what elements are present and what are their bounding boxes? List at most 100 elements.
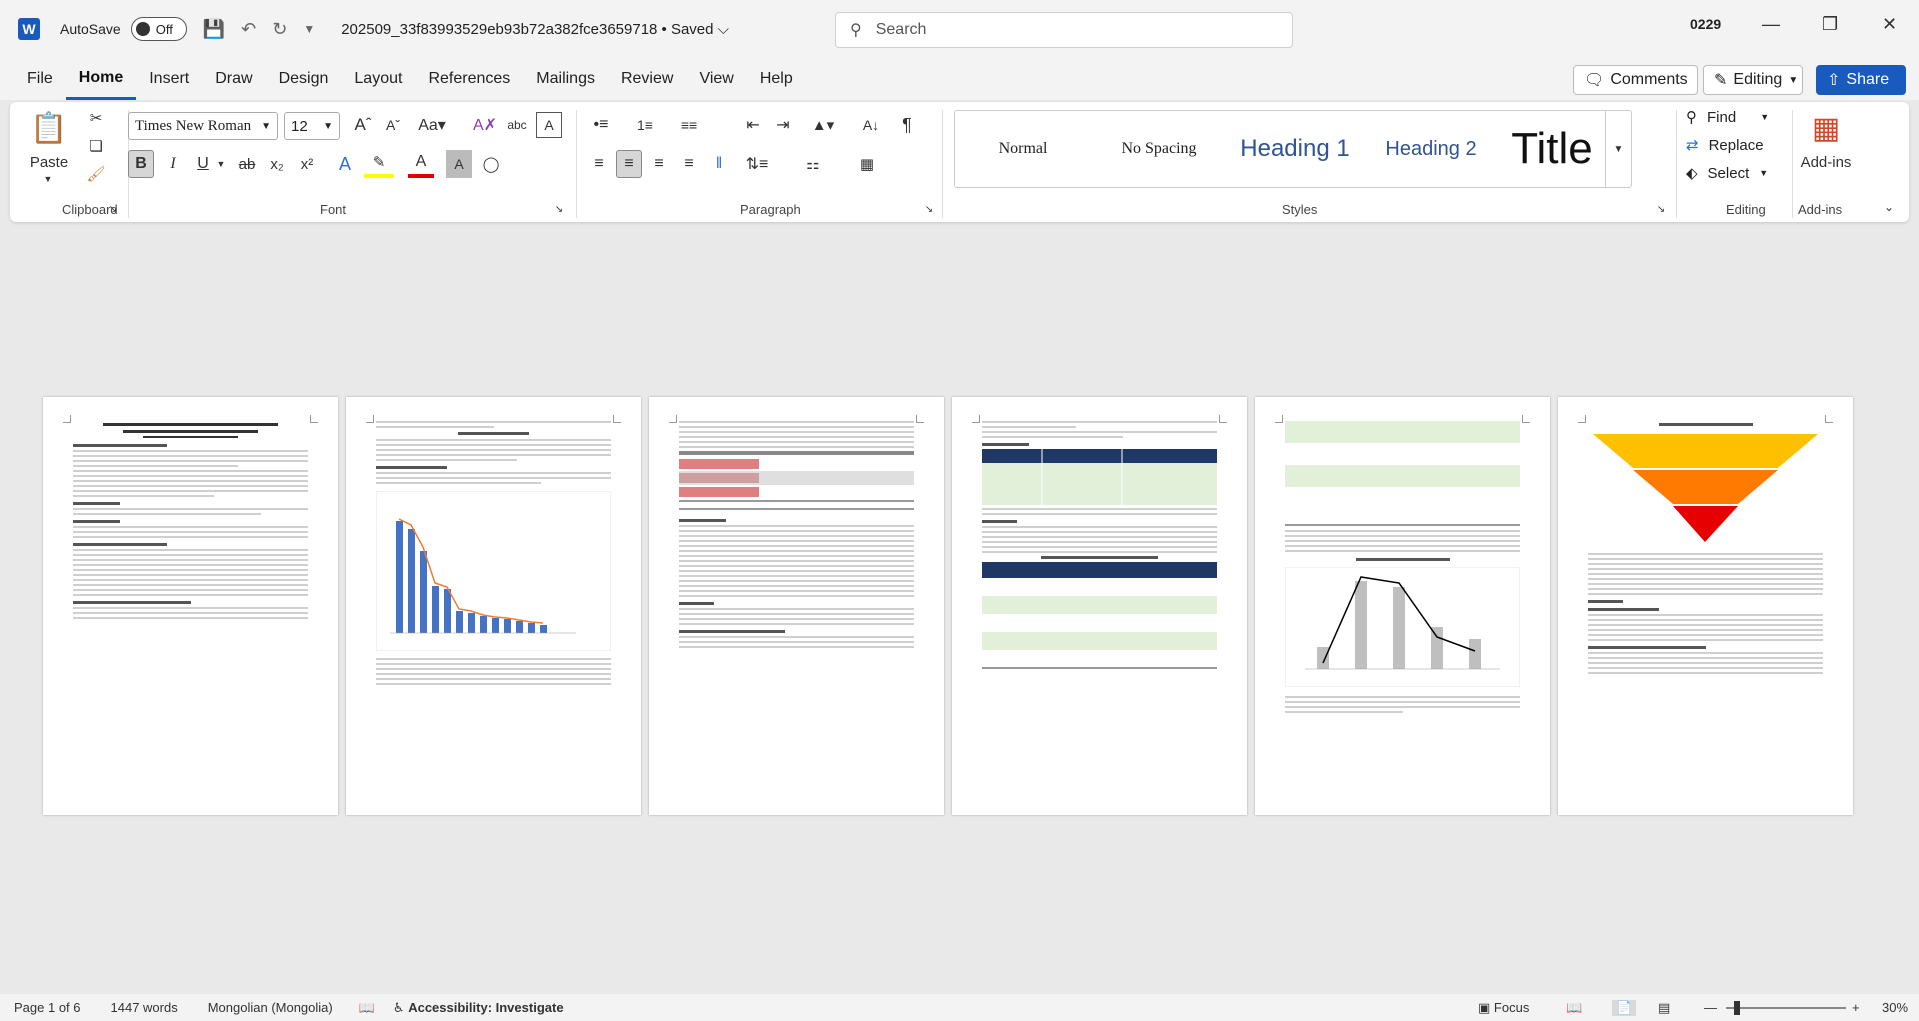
replace-button[interactable]: ⇄ Replace [1686,136,1764,155]
addins-button-label[interactable]: Add-ins [1794,152,1858,172]
menu-draw[interactable]: Draw [202,58,265,100]
close-icon[interactable]: ✕ [1882,14,1897,35]
strikethrough-icon[interactable]: ab [234,150,260,178]
character-shading-icon[interactable]: A [446,150,472,178]
character-border-icon[interactable]: A [536,112,562,138]
align-right-icon[interactable]: ≡ [646,150,672,178]
undo-icon[interactable]: ↶ [241,19,256,40]
align-center-icon[interactable]: ≡ [616,150,642,178]
select-button[interactable]: ⬖ Select ▼ [1686,164,1768,183]
page-thumbnail[interactable] [952,397,1247,815]
grow-font-icon[interactable]: Aˆ [350,112,376,138]
cut-icon[interactable]: ✂ [86,108,106,128]
copy-icon[interactable]: ❏ [86,136,106,156]
align-left-icon[interactable]: ≡ [586,150,612,178]
share-button[interactable]: ⇧ Share [1816,65,1906,95]
user-account[interactable]: 0229 [1690,16,1721,32]
asian-layout-icon[interactable]: ▲▾ [806,112,840,138]
page-thumbnail[interactable] [346,397,641,815]
style-heading-2[interactable]: Heading 2 [1363,111,1499,187]
zoom-in-icon[interactable]: + [1852,1000,1860,1015]
menu-layout[interactable]: Layout [341,58,415,100]
enclose-characters-icon[interactable]: ◯ [478,150,504,178]
language[interactable]: Mongolian (Mongolia) [208,1000,333,1015]
zoom-level[interactable]: 30% [1882,1000,1908,1015]
sort-icon[interactable]: A↓ [858,112,884,138]
borders-icon[interactable]: ▦ [850,150,884,178]
decrease-indent-icon[interactable]: ⇤ [740,112,766,138]
subscript-icon[interactable]: x₂ [264,150,290,178]
page-thumbnail[interactable] [1558,397,1853,815]
menu-review[interactable]: Review [608,58,686,100]
italic-icon[interactable]: I [160,150,186,178]
menu-help[interactable]: Help [747,58,806,100]
search-box[interactable]: ⚲ Search [835,12,1293,48]
distributed-icon[interactable]: ‖ [706,150,732,178]
font-size-select[interactable]: 12 ▼ [284,112,340,140]
styles-launcher-icon[interactable]: ↘ [1654,202,1668,216]
shading-icon[interactable]: ⚏ [796,150,830,178]
multilevel-list-icon[interactable]: ≡≡ [674,112,704,138]
shrink-font-icon[interactable]: Aˇ [380,112,406,138]
clear-formatting-icon[interactable]: A✗ [472,112,498,138]
page-thumbnail[interactable] [1255,397,1550,815]
highlight-color-icon[interactable]: ✎ [364,150,394,178]
print-layout-icon[interactable]: 📄 [1612,999,1637,1016]
zoom-out-icon[interactable]: — [1704,1000,1717,1015]
bullets-icon[interactable]: •≡ [586,112,616,138]
menu-mailings[interactable]: Mailings [523,58,608,100]
paste-label[interactable]: Paste [26,152,72,172]
addins-icon[interactable]: ▦ [1806,108,1846,148]
menu-file[interactable]: File [14,58,66,100]
line-spacing-icon[interactable]: ⇅≡ [740,150,774,178]
bold-icon[interactable]: B [128,150,154,178]
text-effects-icon[interactable]: A [332,150,358,178]
font-family-select[interactable]: Times New Roman ▼ [128,112,278,140]
increase-indent-icon[interactable]: ⇥ [770,112,796,138]
style-heading-1[interactable]: Heading 1 [1227,111,1363,187]
page-thumbnail[interactable] [649,397,944,815]
change-case-icon[interactable]: Aa▾ [414,112,450,138]
styles-more-icon[interactable]: ▼ [1605,111,1631,187]
superscript-icon[interactable]: x² [294,150,320,178]
style-title[interactable]: Title [1499,111,1605,187]
zoom-slider-thumb[interactable] [1734,1001,1740,1015]
paste-chevron-icon[interactable]: ▼ [40,172,56,186]
paragraph-launcher-icon[interactable]: ↘ [922,202,936,216]
minimize-icon[interactable]: — [1762,14,1780,35]
font-color-icon[interactable]: A [408,150,434,178]
menu-view[interactable]: View [686,58,746,100]
comments-button[interactable]: 🗨 Comments [1573,65,1698,95]
phonetic-guide-icon[interactable]: abc [504,112,530,138]
proofing-icon[interactable]: 📖 [359,1000,375,1016]
read-mode-icon[interactable]: 📖 [1566,1000,1582,1016]
justify-icon[interactable]: ≡ [676,150,702,178]
clipboard-launcher-icon[interactable]: ↘ [106,202,120,216]
page-count[interactable]: Page 1 of 6 [14,1000,81,1015]
save-icon[interactable]: 💾 [203,19,225,40]
numbering-icon[interactable]: 1≡ [630,112,660,138]
find-button[interactable]: ⚲ Find ▼ [1686,108,1769,127]
ribbon-collapse-icon[interactable]: ⌄ [1880,198,1898,216]
underline-chevron-icon[interactable]: ▼ [214,150,228,178]
menu-insert[interactable]: Insert [136,58,202,100]
menu-references[interactable]: References [415,58,523,100]
customize-qat-icon[interactable]: ▼ [303,22,315,36]
accessibility-status[interactable]: ♿ Accessibility: Investigate [393,1000,564,1016]
menu-home[interactable]: Home [65,58,137,100]
document-title[interactable]: 202509_33f83993529eb93b72a382fce3659718 … [341,21,729,38]
focus-button[interactable]: ▣ Focus [1478,1000,1529,1016]
autosave-toggle[interactable]: Off [130,17,187,41]
word-count[interactable]: 1447 words [111,1000,178,1015]
style-normal[interactable]: Normal [955,111,1091,187]
paste-icon[interactable]: 📋 [30,106,67,150]
font-launcher-icon[interactable]: ↘ [552,202,566,216]
restore-icon[interactable]: ❐ [1822,14,1838,35]
web-layout-icon[interactable]: ▤ [1658,1000,1670,1016]
redo-icon[interactable]: ↻ [272,19,287,40]
menu-design[interactable]: Design [266,58,342,100]
style-no-spacing[interactable]: No Spacing [1091,111,1227,187]
editing-mode-button[interactable]: ✎ Editing ▼ [1703,65,1803,95]
underline-icon[interactable]: U [190,150,216,178]
page-thumbnail[interactable] [43,397,338,815]
